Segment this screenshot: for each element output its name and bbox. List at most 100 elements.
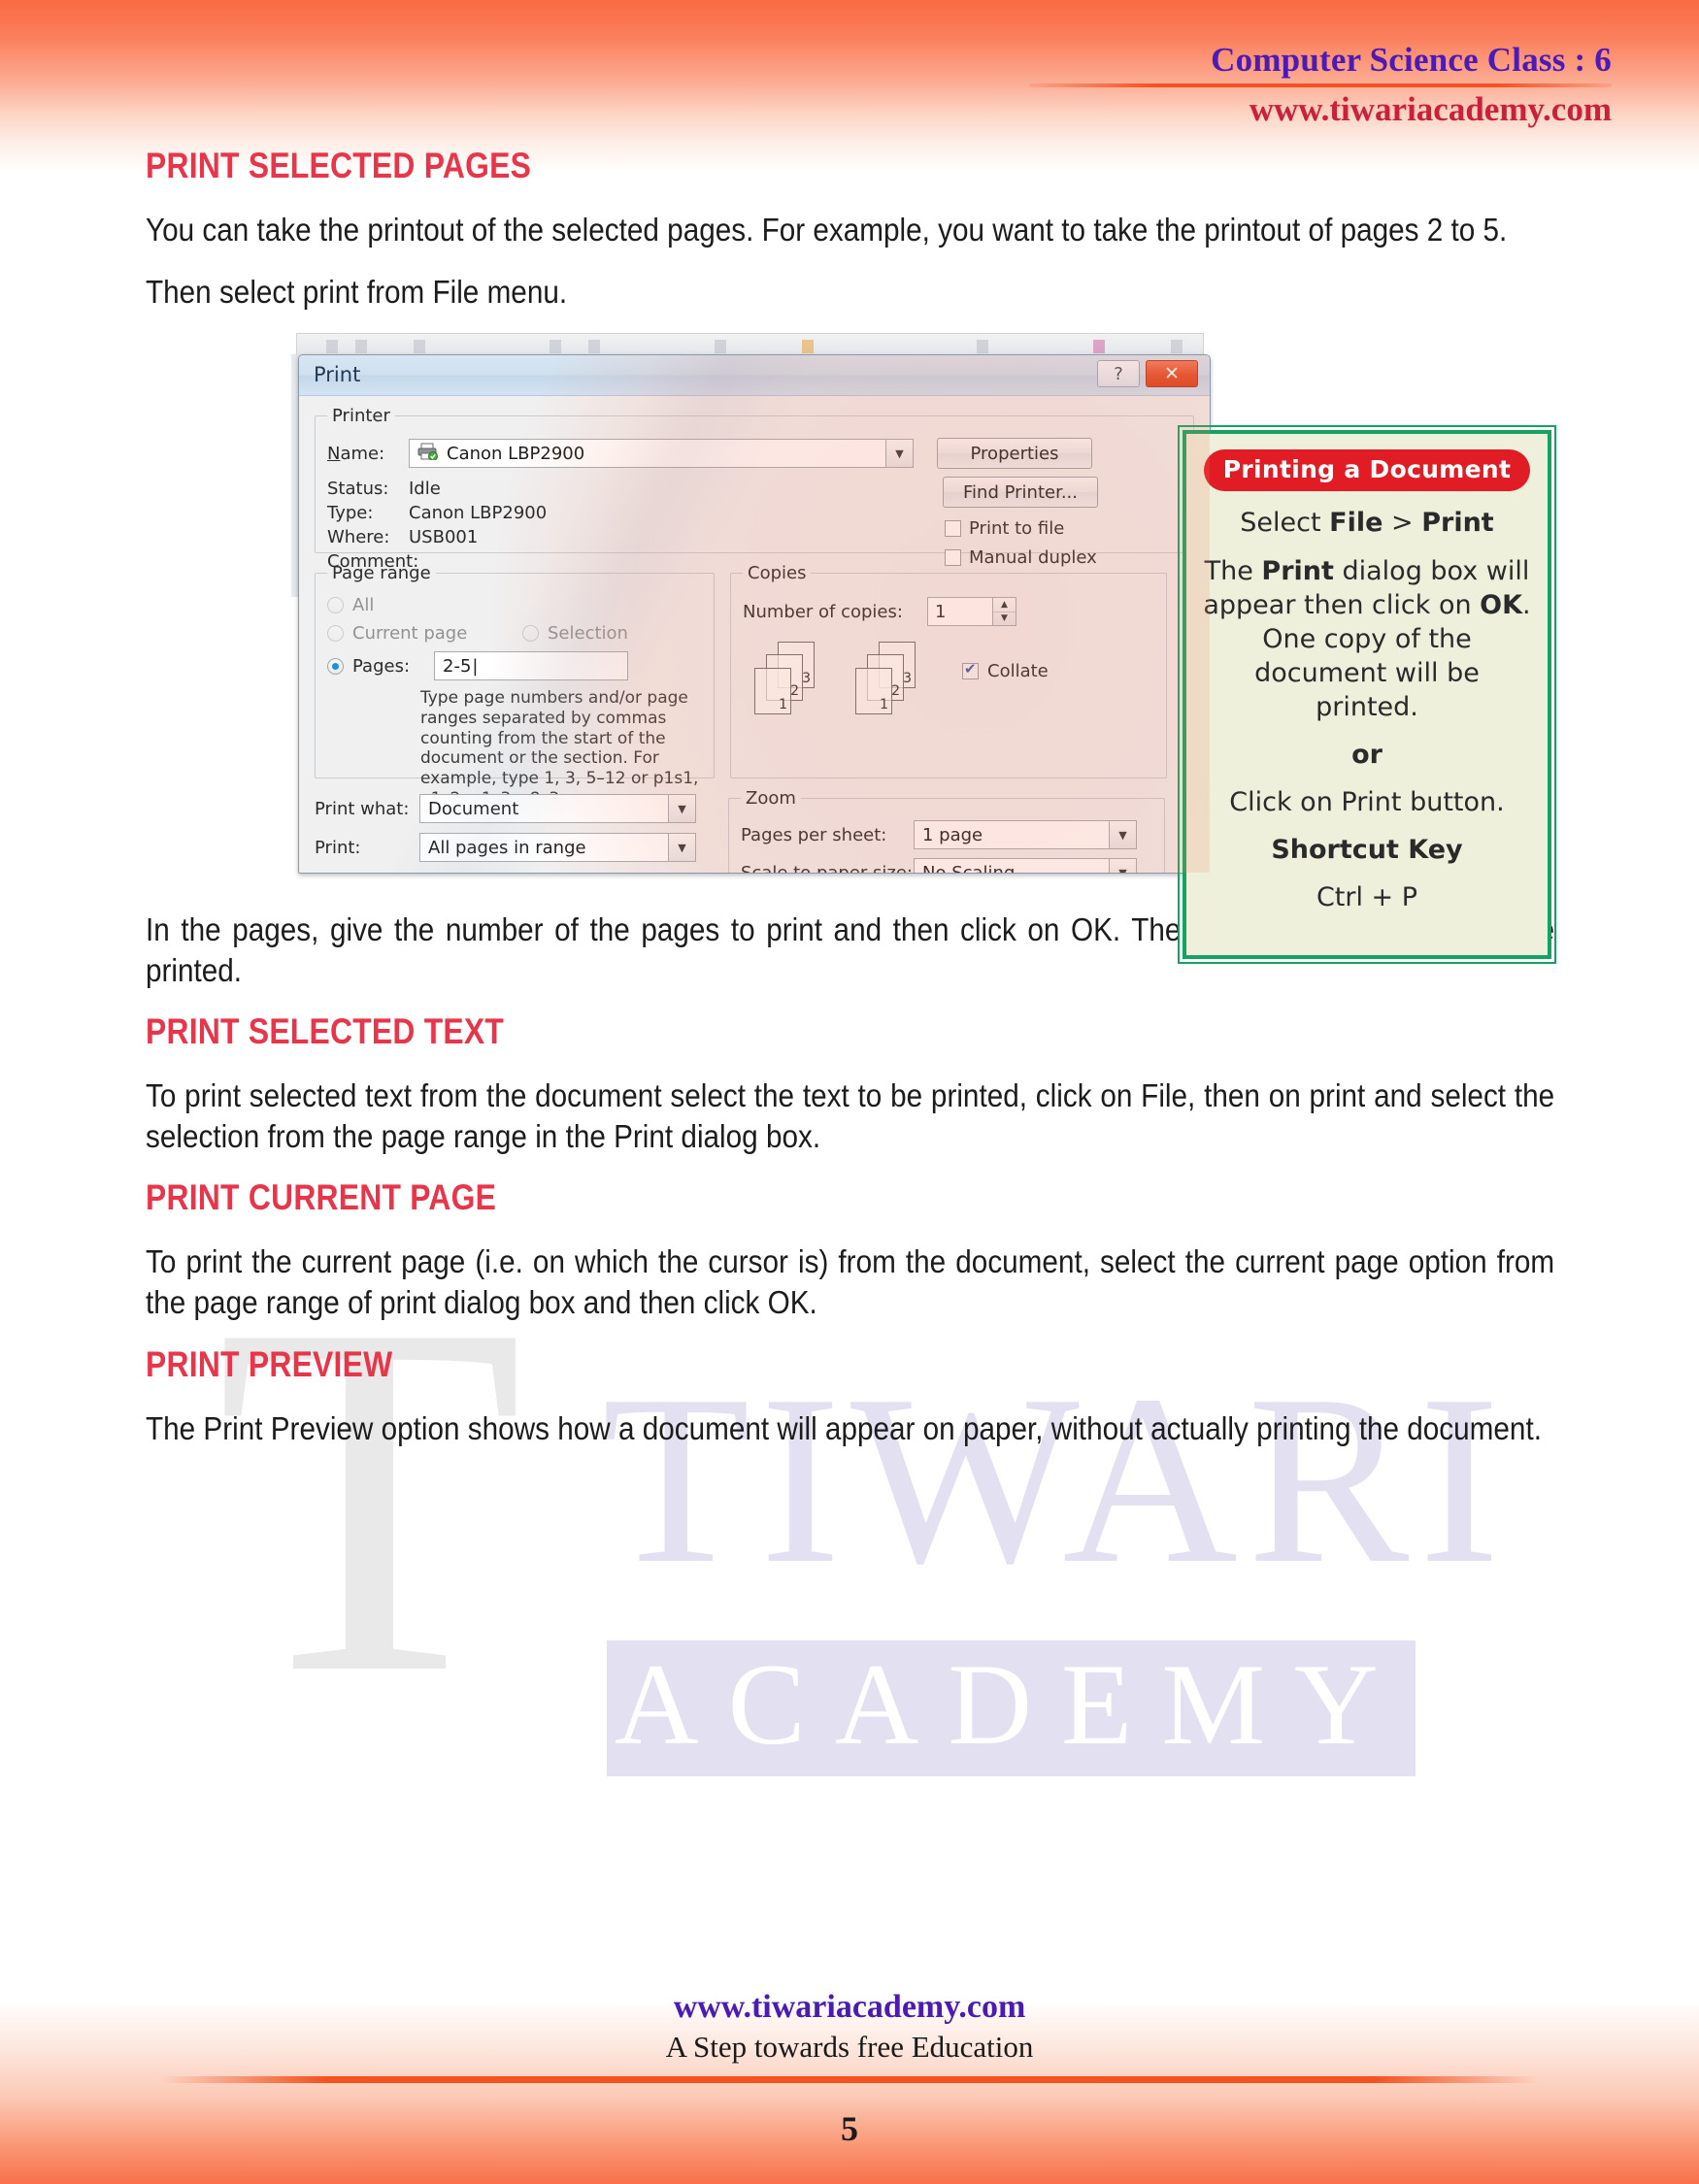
collate-checkbox[interactable] [962,660,979,680]
printer-name-label-rest: ame: [340,443,385,464]
collate-preview-stack-b: 3 2 1 [855,642,929,721]
collate-sheet-number: 2 [891,683,900,700]
print-dialog-body: Printer Name: Canon LBP2900 ▼ Properties… [299,396,1210,874]
callout-shortcut-value: Ctrl + P [1316,882,1418,913]
paragraph-print-selected-pages-1: You can take the printout of the selecte… [146,212,1508,248]
chevron-down-icon[interactable]: ▼ [1109,859,1136,874]
callout-or: or [1351,740,1383,771]
stepper-up-icon[interactable]: ▲ [993,598,1016,612]
print-to-file-checkbox[interactable] [945,520,961,538]
chevron-down-icon[interactable]: ▼ [668,834,695,862]
printing-a-document-callout: Printing a Document Select File > Print … [1178,425,1556,964]
page-range-selection-label: Selection [548,623,628,645]
print-what-combo[interactable]: Document ▼ [419,794,696,824]
footer-tagline: A Step towards free Education [665,2030,1034,2064]
printer-type-label: Type: [327,503,374,524]
pages-per-sheet-value: 1 page [922,824,983,845]
footer-website-link[interactable]: www.tiwariacademy.com [0,1989,1699,2026]
page-range-all-label: All [352,595,375,616]
collate-sheet-number: 2 [790,683,799,700]
scale-to-paper-combo[interactable]: No Scaling ▼ [914,858,1137,874]
footer-page-number: 5 [841,2109,858,2148]
callout-body-prefix: The [1204,555,1262,586]
copies-group: Copies Number of copies: 1 ▲ ▼ 3 2 1 3 2… [730,563,1167,779]
print-dialog-window: Print ? ✕ Printer Name: Canon LBP2900 ▼ … [298,354,1211,875]
print-range-value: All pages in range [428,837,586,858]
zoom-group-legend: Zoom [746,788,796,810]
printer-where-label: Where: [327,527,390,548]
page-range-all-row[interactable]: All [327,595,702,615]
pages-input[interactable]: 2-5 | [434,651,628,681]
callout-arrow-separator: > [1383,508,1422,538]
page-footer: www.tiwariacademy.com A Step towards fre… [0,1989,1699,2184]
chevron-down-icon[interactable]: ▼ [1109,821,1136,849]
page-range-all-radio[interactable] [327,597,344,614]
pages-per-sheet-combo[interactable]: 1 page ▼ [914,820,1137,850]
scale-to-paper-label: Scale to paper size: [741,862,913,875]
callout-badge: Printing a Document [1203,449,1531,491]
print-to-file-row[interactable]: Print to file [945,518,1114,539]
printer-name-value: Canon LBP2900 [447,443,585,464]
properties-button[interactable]: Properties [937,438,1092,470]
chevron-down-icon[interactable]: ▼ [668,795,695,823]
close-icon[interactable]: ✕ [1146,360,1198,388]
printer-group-legend: Printer [332,406,390,427]
paragraph-print-selected-text: To print selected text from the document… [146,1077,1555,1154]
collate-row[interactable]: Collate [962,660,1049,682]
find-printer-button-label: Find Printer... [963,481,1078,503]
page-range-pages-label: Pages: [352,655,411,677]
printer-info-list: Status: Idle Type: Canon LBP2900 Where: … [327,477,939,572]
print-range-combo[interactable]: All pages in range ▼ [419,833,696,863]
callout-alternative: Click on Print button. [1229,787,1505,818]
help-icon[interactable]: ? [1097,360,1140,388]
printer-where-value: USB001 [409,527,479,548]
heading-print-selected-pages: PRINT SELECTED PAGES [146,146,532,185]
header-divider-rule [1029,83,1612,87]
scale-to-paper-value: No Scaling [922,862,1016,875]
chevron-down-icon[interactable]: ▼ [885,440,913,468]
stepper-down-icon[interactable]: ▼ [993,612,1016,626]
footer-divider-rule [160,2076,1539,2083]
collate-label: Collate [987,661,1049,682]
collate-preview-stack-a: 3 2 1 [754,642,828,721]
page-range-group-legend: Page range [332,563,431,584]
callout-body-print-keyword: Print [1261,555,1334,586]
print-what-column: Print what: Document ▼ Print: All pages … [315,788,713,863]
callout-file-keyword: File [1329,508,1383,538]
number-of-copies-value: 1 [935,601,947,622]
heading-print-selected-text: PRINT SELECTED TEXT [146,1011,505,1052]
print-dialog-titlebar: Print ? ✕ [299,355,1210,397]
print-what-label: Print what: [315,798,410,819]
printer-group: Printer Name: Canon LBP2900 ▼ Properties… [315,406,1194,572]
paragraph-print-preview: The Print Preview option shows how a doc… [146,1409,1542,1446]
collate-sheet-number: 3 [802,671,811,687]
page-header: Computer Science Class : 6 www.tiwariaca… [893,41,1612,129]
print-dialog-title: Print [314,363,361,387]
number-of-copies-input[interactable]: 1 ▲ ▼ [927,597,1016,627]
collate-sheet-number: 3 [903,671,912,687]
callout-body-ok-keyword: OK [1480,589,1523,620]
number-of-copies-stepper[interactable]: ▲ ▼ [992,598,1016,626]
page-range-pages-radio[interactable] [327,657,344,675]
page-range-selection-radio[interactable] [522,625,539,643]
find-printer-button[interactable]: Find Printer... [943,477,1098,509]
number-of-copies-label: Number of copies: [743,601,903,622]
print-what-value: Document [428,798,519,819]
printer-icon [417,443,447,465]
printer-status-label: Status: [327,479,389,500]
properties-button-label: Properties [970,443,1059,464]
page-range-group: Page range All Current page Selection Pa… [315,563,715,809]
paragraph-print-current-page: To print the current page (i.e. on which… [146,1243,1555,1321]
header-class-title: Computer Science Class : 6 [1211,41,1612,79]
page-range-current-page-radio[interactable] [327,625,344,643]
header-website-link[interactable]: www.tiwariacademy.com [893,90,1612,129]
printer-status-value: Idle [409,479,441,500]
page-range-hint: Type page numbers and/or page ranges sep… [420,688,699,809]
copies-group-legend: Copies [748,563,807,584]
print-label: Print: [315,837,361,858]
callout-select-prefix: Select [1240,508,1330,538]
printer-name-label: Name: [327,443,385,464]
printer-right-controls: Find Printer... Print to file Manual dup… [939,477,1114,568]
printer-name-combo[interactable]: Canon LBP2900 ▼ [409,439,914,469]
callout-select-file-print: Select File > Print [1200,507,1534,541]
